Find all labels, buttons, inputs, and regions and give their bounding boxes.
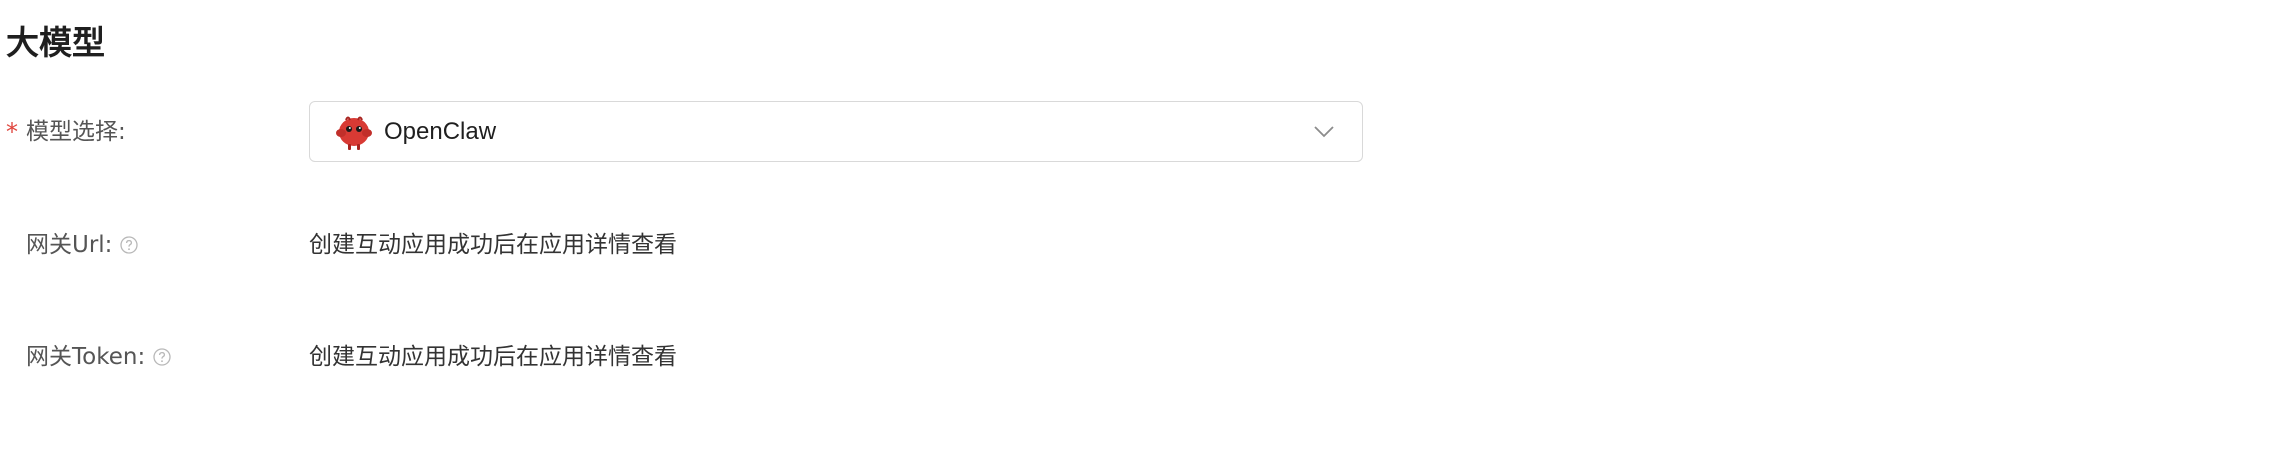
- question-circle-icon[interactable]: [120, 236, 139, 254]
- gateway-token-label-text: 网关Token:: [26, 344, 146, 370]
- gateway-url-value: 创建互动应用成功后在应用详情查看: [309, 232, 677, 258]
- red-creature-avatar-icon: [336, 116, 372, 150]
- gateway-token-value: 创建互动应用成功后在应用详情查看: [309, 344, 677, 370]
- section-title: 大模型: [6, 23, 105, 62]
- gateway-url-label-text: 网关Url:: [26, 232, 113, 258]
- required-mark: *: [6, 118, 18, 146]
- model-select-label: * 模型选择:: [6, 112, 126, 152]
- question-circle-icon[interactable]: [153, 348, 171, 366]
- model-select-value: OpenClaw: [384, 117, 497, 145]
- model-select-dropdown[interactable]: OpenClaw: [309, 101, 1363, 162]
- gateway-token-label: 网关Token:: [6, 337, 171, 377]
- model-select-label-text: 模型选择:: [26, 119, 126, 145]
- gateway-url-label: 网关Url:: [6, 225, 139, 265]
- chevron-down-icon[interactable]: [1313, 125, 1335, 139]
